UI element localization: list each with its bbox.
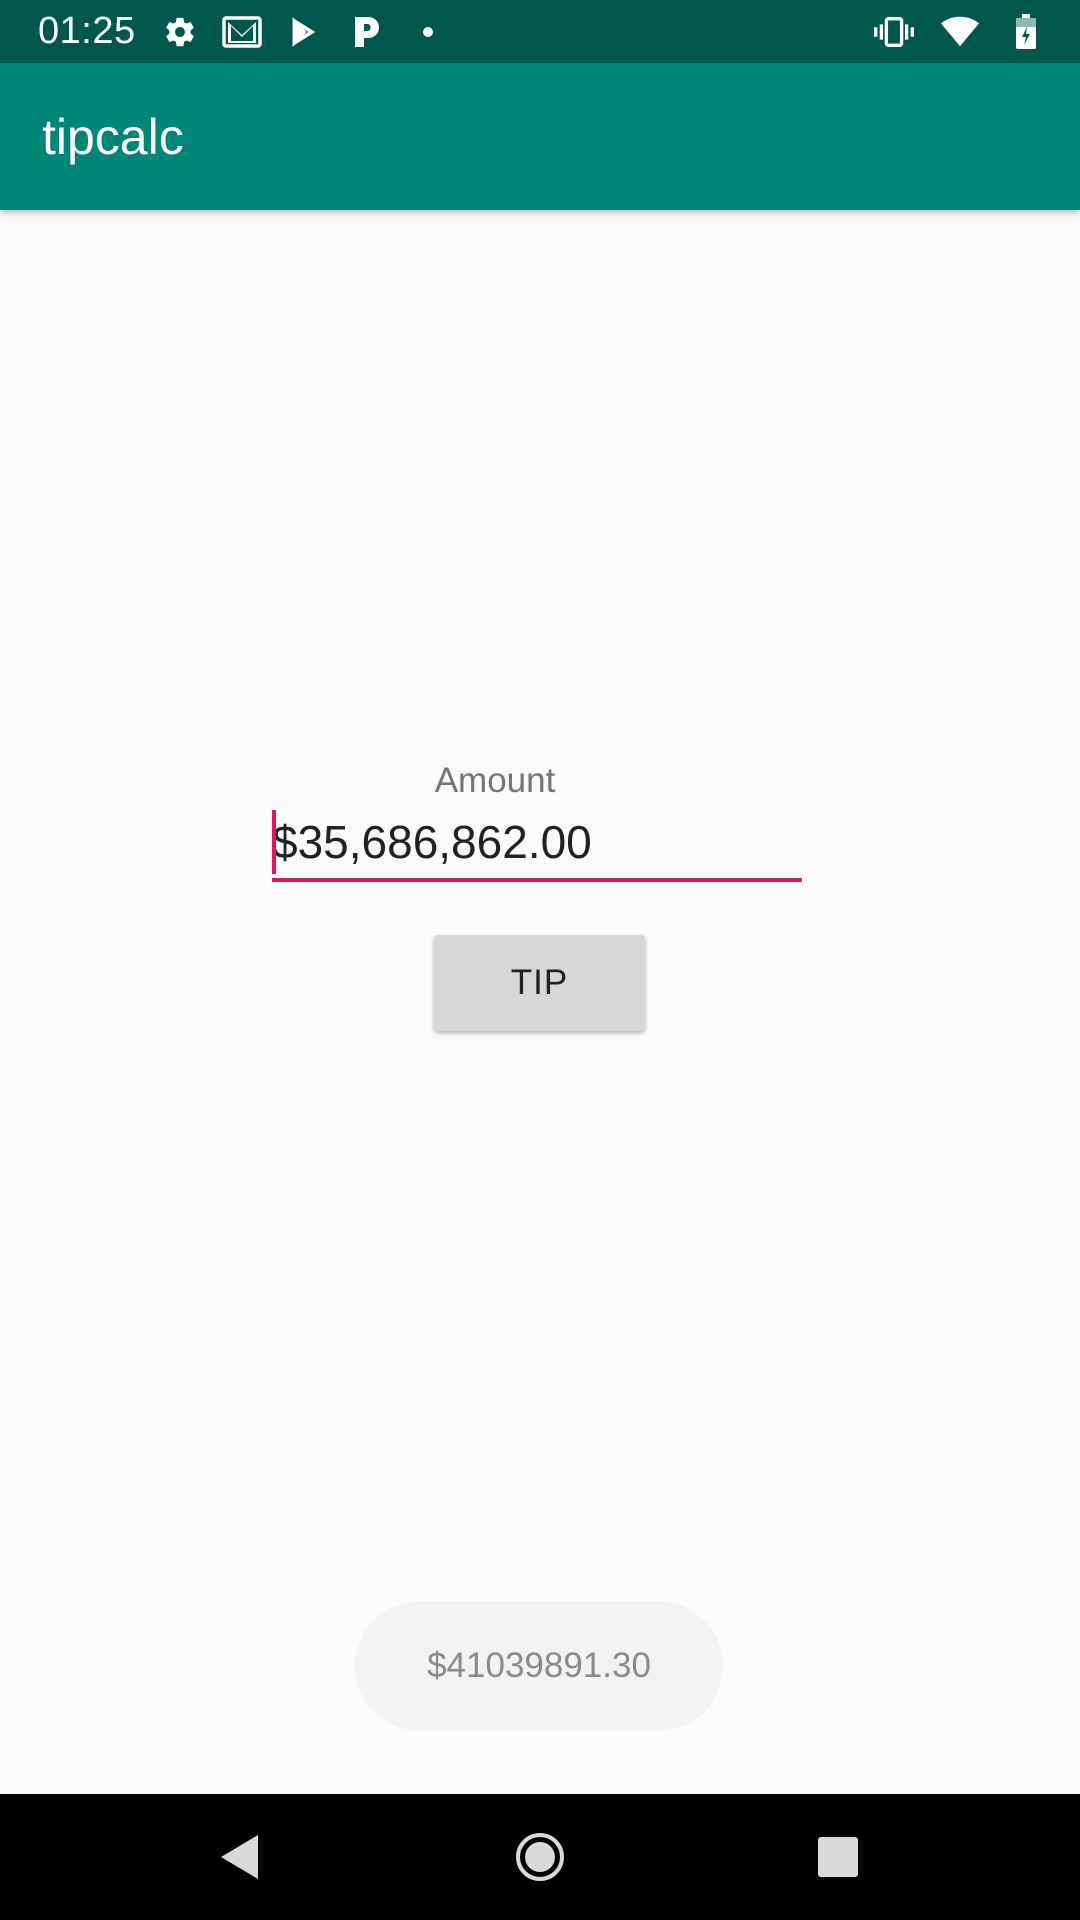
recents-button[interactable] bbox=[808, 1827, 868, 1887]
text-cursor bbox=[272, 810, 276, 874]
gear-icon bbox=[160, 12, 200, 52]
status-time: 01:25 bbox=[38, 10, 136, 52]
back-button[interactable] bbox=[210, 1827, 270, 1887]
toast-message: $41039891.30 bbox=[427, 1646, 651, 1685]
status-notification-icons bbox=[160, 12, 448, 52]
home-button[interactable] bbox=[510, 1827, 570, 1887]
tip-button[interactable]: TIP bbox=[434, 935, 645, 1031]
recents-icon bbox=[818, 1837, 858, 1877]
status-system-icons bbox=[874, 12, 1046, 52]
back-icon bbox=[221, 1835, 258, 1879]
wifi-icon bbox=[940, 12, 980, 52]
battery-charging-icon bbox=[1006, 12, 1046, 52]
dot-icon bbox=[408, 12, 448, 52]
parking-p-icon bbox=[346, 12, 386, 52]
amount-label: Amount bbox=[434, 761, 556, 800]
screen: 01:25 tipcalc Amount $35,686,862.00 TIP … bbox=[0, 0, 1080, 1920]
app-bar: tipcalc bbox=[0, 63, 1080, 210]
tip-result-toast: $41039891.30 bbox=[355, 1601, 723, 1731]
vibrate-icon bbox=[874, 12, 914, 52]
amount-input[interactable]: $35,686,862.00 bbox=[272, 808, 802, 882]
navigation-bar bbox=[0, 1794, 1080, 1920]
play-store-icon bbox=[284, 12, 324, 52]
home-icon bbox=[516, 1833, 564, 1881]
status-bar: 01:25 bbox=[0, 0, 1080, 63]
app-title: tipcalc bbox=[42, 109, 184, 165]
gmail-icon bbox=[222, 12, 262, 52]
amount-input-value: $35,686,862.00 bbox=[272, 816, 592, 868]
